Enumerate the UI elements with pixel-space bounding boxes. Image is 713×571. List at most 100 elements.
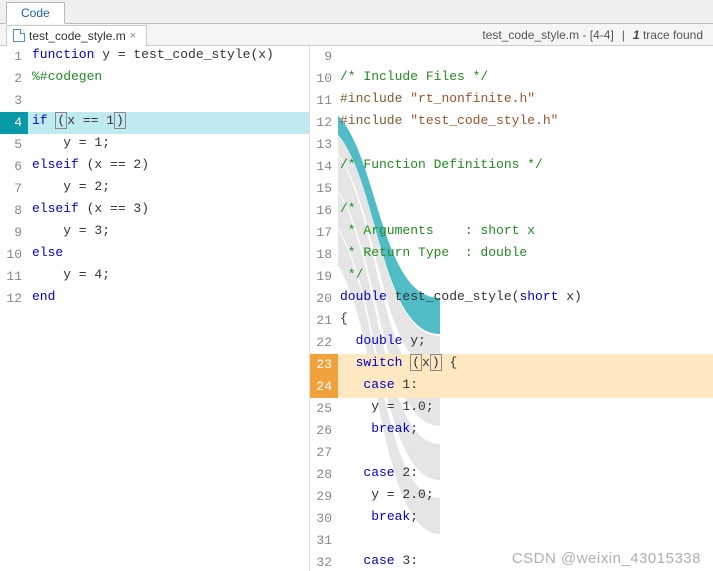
code-text[interactable]: /* — [338, 200, 713, 222]
code-text[interactable]: case 1: — [338, 376, 713, 398]
code-row[interactable]: 28 case 2: — [310, 464, 713, 486]
code-row[interactable]: 23 switch (x) { — [310, 354, 713, 376]
line-number: 26 — [310, 420, 338, 442]
code-row[interactable]: 24 case 1: — [310, 376, 713, 398]
close-icon[interactable]: × — [130, 30, 136, 42]
line-number: 12 — [0, 288, 28, 310]
line-number: 23 — [310, 354, 338, 376]
code-row[interactable]: 25 y = 1.0; — [310, 398, 713, 420]
code-row[interactable]: 12#include "test_code_style.h" — [310, 112, 713, 134]
code-text[interactable]: y = 3; — [28, 222, 309, 244]
code-text[interactable]: case 2: — [338, 464, 713, 486]
code-text[interactable]: * Return Type : double — [338, 244, 713, 266]
code-row[interactable]: 20double test_code_style(short x) — [310, 288, 713, 310]
code-text[interactable]: #include "rt_nonfinite.h" — [338, 90, 713, 112]
code-row[interactable]: 2%#codegen — [0, 68, 309, 90]
code-row[interactable]: 9 — [310, 46, 713, 68]
code-row[interactable]: 11 y = 4; — [0, 266, 309, 288]
code-row[interactable]: 30 break; — [310, 508, 713, 530]
code-row[interactable]: 18 * Return Type : double — [310, 244, 713, 266]
code-row[interactable]: 12end — [0, 288, 309, 310]
line-number: 17 — [310, 222, 338, 244]
code-text[interactable]: y = 2.0; — [338, 486, 713, 508]
code-text[interactable]: /* Function Definitions */ — [338, 156, 713, 178]
code-text[interactable]: elseif (x == 3) — [28, 200, 309, 222]
code-row[interactable]: 4if (x == 1) — [0, 112, 309, 134]
code-text[interactable]: if (x == 1) — [28, 112, 309, 134]
code-text[interactable]: { — [338, 310, 713, 332]
code-row[interactable]: 22 double y; — [310, 332, 713, 354]
code-row[interactable]: 17 * Arguments : short x — [310, 222, 713, 244]
code-row[interactable]: 19 */ — [310, 266, 713, 288]
code-text[interactable]: */ — [338, 266, 713, 288]
code-text[interactable]: #include "test_code_style.h" — [338, 112, 713, 134]
code-text[interactable]: /* Include Files */ — [338, 68, 713, 90]
code-row[interactable]: 16/* — [310, 200, 713, 222]
generated-pane[interactable]: 910/* Include Files */11#include "rt_non… — [310, 46, 713, 571]
code-row[interactable]: 27 — [310, 442, 713, 464]
split-view: 1function y = test_code_style(x)2%#codeg… — [0, 46, 713, 571]
code-text[interactable]: switch (x) { — [338, 354, 713, 376]
file-tab-label: test_code_style.m — [29, 29, 126, 43]
code-text[interactable]: y = 1.0; — [338, 398, 713, 420]
code-row[interactable]: 8elseif (x == 3) — [0, 200, 309, 222]
code-text[interactable]: function y = test_code_style(x) — [28, 46, 309, 68]
code-text[interactable] — [338, 178, 713, 200]
line-number: 21 — [310, 310, 338, 332]
code-row[interactable]: 32 case 3: — [310, 552, 713, 571]
line-number: 32 — [310, 552, 338, 571]
code-text[interactable]: break; — [338, 508, 713, 530]
code-row[interactable]: 6elseif (x == 2) — [0, 156, 309, 178]
line-number: 29 — [310, 486, 338, 508]
line-number: 8 — [0, 200, 28, 222]
code-text[interactable]: end — [28, 288, 309, 310]
line-number: 14 — [310, 156, 338, 178]
top-tabbar: Code — [0, 0, 713, 24]
code-text[interactable]: case 3: — [338, 552, 713, 571]
code-row[interactable]: 1function y = test_code_style(x) — [0, 46, 309, 68]
code-text[interactable] — [28, 90, 309, 112]
code-text[interactable]: break; — [338, 420, 713, 442]
code-text[interactable] — [338, 442, 713, 464]
line-number: 20 — [310, 288, 338, 310]
code-text[interactable]: %#codegen — [28, 68, 309, 90]
code-row[interactable]: 10else — [0, 244, 309, 266]
code-row[interactable]: 7 y = 2; — [0, 178, 309, 200]
code-row[interactable]: 15 — [310, 178, 713, 200]
line-number: 3 — [0, 90, 28, 112]
code-row[interactable]: 9 y = 3; — [0, 222, 309, 244]
code-text[interactable]: y = 4; — [28, 266, 309, 288]
line-number: 16 — [310, 200, 338, 222]
line-number: 5 — [0, 134, 28, 156]
line-number: 22 — [310, 332, 338, 354]
code-text[interactable]: elseif (x == 2) — [28, 156, 309, 178]
code-text[interactable]: y = 2; — [28, 178, 309, 200]
code-text[interactable]: else — [28, 244, 309, 266]
line-number: 13 — [310, 134, 338, 156]
code-row[interactable]: 11#include "rt_nonfinite.h" — [310, 90, 713, 112]
code-text[interactable] — [338, 530, 713, 552]
code-row[interactable]: 13 — [310, 134, 713, 156]
code-text[interactable]: double y; — [338, 332, 713, 354]
code-row[interactable]: 21{ — [310, 310, 713, 332]
code-text[interactable]: double test_code_style(short x) — [338, 288, 713, 310]
code-text[interactable]: * Arguments : short x — [338, 222, 713, 244]
line-number: 10 — [0, 244, 28, 266]
code-row[interactable]: 10/* Include Files */ — [310, 68, 713, 90]
code-row[interactable]: 14/* Function Definitions */ — [310, 156, 713, 178]
source-pane[interactable]: 1function y = test_code_style(x)2%#codeg… — [0, 46, 310, 571]
trace-header: test_code_style.m - [4-4] | 1 trace foun… — [482, 28, 713, 42]
code-text[interactable] — [338, 134, 713, 156]
code-tab[interactable]: Code — [6, 2, 65, 24]
file-tab[interactable]: test_code_style.m × — [6, 25, 147, 46]
code-row[interactable]: 31 — [310, 530, 713, 552]
code-text[interactable] — [338, 46, 713, 68]
line-number: 31 — [310, 530, 338, 552]
code-row[interactable]: 29 y = 2.0; — [310, 486, 713, 508]
code-row[interactable]: 26 break; — [310, 420, 713, 442]
line-number: 25 — [310, 398, 338, 420]
code-row[interactable]: 3 — [0, 90, 309, 112]
code-text[interactable]: y = 1; — [28, 134, 309, 156]
code-row[interactable]: 5 y = 1; — [0, 134, 309, 156]
file-icon — [13, 29, 25, 42]
